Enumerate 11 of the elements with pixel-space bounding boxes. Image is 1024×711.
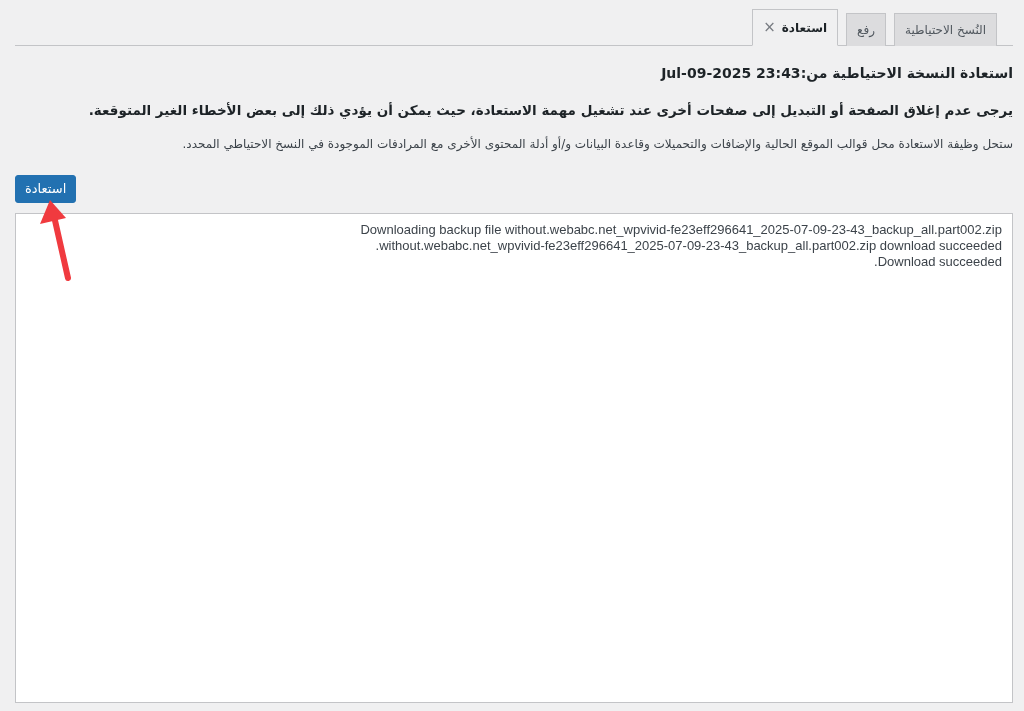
tab[interactable]: رفع xyxy=(846,13,886,46)
log-line: Download succeeded. xyxy=(873,254,1002,271)
warning-text: يرجى عدم إغلاق الصفحة أو التبديل إلى صفحات أخرى عند تشغيل مهمة الاستعادة، حيث يمكن أن يؤدي ذلك إلى بعض الأخطاء الغير المتوقعة. xyxy=(87,101,1013,121)
close-icon[interactable]: × xyxy=(763,16,776,39)
log-line: without.webabc.net_wpvivid-fe23eff296641_2025-07-09-23-43_backup_all.part002.zip download succeeded. xyxy=(374,238,1002,255)
restore-title: استعادة النسخة الاحتياطية من:23:43 Jul-09-2025 xyxy=(659,64,1013,84)
restore-button[interactable]: استعادة xyxy=(15,175,77,204)
description-text: ستحل وظيفة الاستعادة محل قوالب الموقع الحالية والإضافات والتحميلات وقاعدة البيانات و/أو أدلة المحتوى الأخرى مع المرادفات الموجودة في النسخ الاحتياطي المحدد. xyxy=(181,135,1013,154)
log-line: Downloading backup file without.webabc.net_wpvivid-fe23eff296641_2025-07-09-23-43_backup_all.part002.zip xyxy=(359,222,1002,239)
tab[interactable]: النُسخ الاحتياطية xyxy=(894,13,997,46)
tab-label: استعادة xyxy=(781,19,828,37)
